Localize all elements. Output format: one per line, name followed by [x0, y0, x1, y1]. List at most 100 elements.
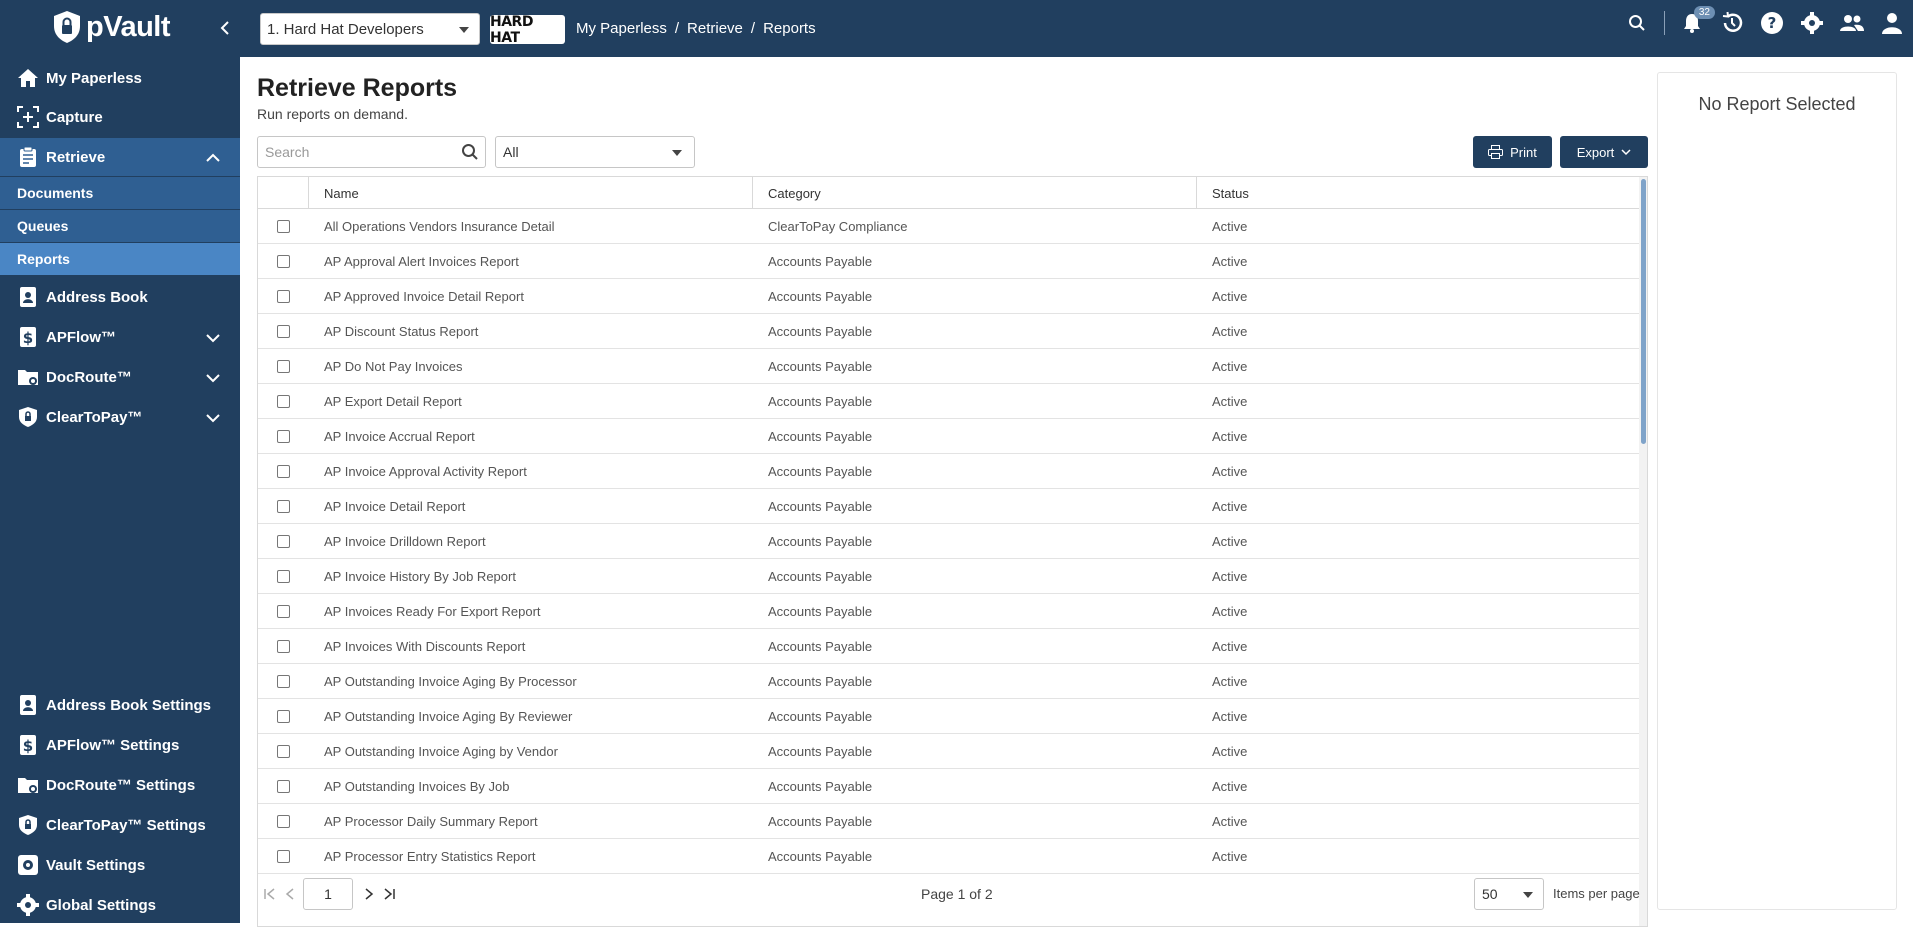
- sidebar-item-docroute[interactable]: DocRoute™: [0, 358, 240, 396]
- row-checkbox[interactable]: [277, 429, 290, 443]
- row-status: Active: [1212, 288, 1248, 304]
- table-row[interactable]: AP Invoice Accrual Report Accounts Payabl…: [258, 419, 1641, 454]
- table-row[interactable]: AP Invoice Detail Report Accounts Payable…: [258, 489, 1641, 524]
- table-row[interactable]: AP Invoice Drilldown Report Accounts Paya…: [258, 524, 1641, 559]
- items-per-page-select[interactable]: 50: [1474, 878, 1544, 910]
- table-scrollbar[interactable]: [1639, 177, 1647, 926]
- row-select-cell: [258, 244, 309, 278]
- print-button[interactable]: Print: [1473, 136, 1552, 168]
- table-row[interactable]: AP Outstanding Invoice Aging By Processo…: [258, 664, 1641, 699]
- table-row[interactable]: AP Processor Entry Statistics Report Acco…: [258, 839, 1641, 874]
- sidebar-item-my-paperless[interactable]: My Paperless: [0, 59, 240, 97]
- row-name: AP Outstanding Invoices By Job: [324, 778, 510, 794]
- row-checkbox[interactable]: [277, 639, 290, 653]
- users-icon[interactable]: [1839, 10, 1865, 36]
- previous-page-icon[interactable]: [281, 885, 299, 903]
- search-icon[interactable]: [1624, 10, 1650, 36]
- row-checkbox[interactable]: [277, 709, 290, 723]
- row-status: Active: [1212, 813, 1248, 829]
- sidebar-item-global-settings[interactable]: Global Settings: [0, 886, 240, 924]
- sidebar-item-apflow[interactable]: $ APFlow™: [0, 318, 240, 356]
- breadcrumb-retrieve[interactable]: Retrieve: [687, 20, 743, 37]
- last-page-icon[interactable]: [380, 885, 398, 903]
- table-row[interactable]: AP Processor Daily Summary Report Account…: [258, 804, 1641, 839]
- table-row[interactable]: AP Approval Alert Invoices Report Account…: [258, 244, 1641, 279]
- breadcrumb-my-paperless[interactable]: My Paperless: [576, 20, 667, 37]
- app-logo[interactable]: pVault: [52, 10, 171, 44]
- scroll-thumb[interactable]: [1641, 179, 1646, 444]
- row-checkbox[interactable]: [277, 359, 290, 373]
- row-status: Active: [1212, 498, 1248, 514]
- company-logo: HARD HAT: [490, 14, 565, 46]
- category-filter-select[interactable]: All: [495, 136, 695, 168]
- search-field[interactable]: [257, 136, 486, 168]
- table-row[interactable]: AP Outstanding Invoice Aging By Reviewer…: [258, 699, 1641, 734]
- export-button[interactable]: Export: [1560, 136, 1648, 168]
- column-header-name[interactable]: Name: [309, 177, 753, 209]
- sidebar-item-vault-settings[interactable]: Vault Settings: [0, 846, 240, 884]
- sidebar-item-apflow-settings[interactable]: $ APFlow™ Settings: [0, 726, 240, 764]
- collapse-sidebar-icon[interactable]: [214, 17, 236, 39]
- first-page-icon[interactable]: [261, 885, 279, 903]
- row-name: All Operations Vendors Insurance Detail: [324, 218, 555, 234]
- sidebar-item-docroute-settings[interactable]: DocRoute™ Settings: [0, 766, 240, 804]
- sidebar-item-cleartopay[interactable]: ClearToPay™: [0, 398, 240, 436]
- sidebar-item-address-book[interactable]: Address Book: [0, 278, 240, 316]
- sidebar-item-capture[interactable]: Capture: [0, 98, 240, 136]
- svg-text:$: $: [23, 737, 33, 755]
- sidebar-item-label: Address Book Settings: [46, 696, 212, 714]
- help-icon[interactable]: ?: [1759, 10, 1785, 36]
- top-icons: 32 ?: [1624, 6, 1905, 36]
- table-row[interactable]: AP Invoice History By Job Report Accounts…: [258, 559, 1641, 594]
- sidebar-item-address-book-settings[interactable]: Address Book Settings: [0, 686, 240, 724]
- sidebar-subitem-documents[interactable]: Documents: [0, 177, 240, 209]
- row-checkbox[interactable]: [277, 674, 290, 688]
- sidebar-item-retrieve[interactable]: Retrieve: [0, 138, 240, 176]
- sidebar-subitem-queues[interactable]: Queues: [0, 210, 240, 242]
- row-category: Accounts Payable: [768, 813, 873, 829]
- column-header-category[interactable]: Category: [753, 177, 1197, 209]
- row-checkbox[interactable]: [277, 499, 290, 513]
- row-checkbox[interactable]: [277, 394, 290, 408]
- history-icon[interactable]: [1719, 10, 1745, 36]
- settings-gear-icon[interactable]: [1799, 10, 1825, 36]
- column-header-status[interactable]: Status: [1197, 177, 1641, 209]
- table-row[interactable]: AP Outstanding Invoice Aging by Vendor Ac…: [258, 734, 1641, 769]
- sidebar-item-cleartopay-settings[interactable]: ClearToPay™ Settings: [0, 806, 240, 844]
- page-number-input[interactable]: 1: [303, 878, 353, 910]
- row-checkbox[interactable]: [277, 779, 290, 793]
- table-row[interactable]: AP Do Not Pay Invoices Accounts Payable Ac…: [258, 349, 1641, 384]
- notifications-icon[interactable]: 32: [1679, 6, 1715, 36]
- table-row[interactable]: All Operations Vendors Insurance Detail C…: [258, 209, 1641, 244]
- row-category: Accounts Payable: [768, 743, 873, 759]
- sidebar-item-label: Capture: [46, 108, 103, 126]
- sidebar-subitem-reports[interactable]: Reports: [0, 243, 240, 275]
- table-row[interactable]: AP Invoice Approval Activity Report Accou…: [258, 454, 1641, 489]
- row-select-cell: [258, 839, 309, 873]
- row-checkbox[interactable]: [277, 744, 290, 758]
- search-icon[interactable]: [461, 143, 479, 166]
- row-checkbox[interactable]: [277, 534, 290, 548]
- row-checkbox[interactable]: [277, 464, 290, 478]
- row-checkbox[interactable]: [277, 604, 290, 618]
- table-row[interactable]: AP Outstanding Invoices By Job Accounts P…: [258, 769, 1641, 804]
- row-category: Accounts Payable: [768, 708, 873, 724]
- next-page-icon[interactable]: [360, 885, 378, 903]
- table-row[interactable]: AP Invoices With Discounts Report Account…: [258, 629, 1641, 664]
- row-checkbox[interactable]: [277, 289, 290, 303]
- row-checkbox[interactable]: [277, 219, 290, 233]
- table-row[interactable]: AP Approved Invoice Detail Report Account…: [258, 279, 1641, 314]
- row-checkbox[interactable]: [277, 814, 290, 828]
- search-input[interactable]: [265, 144, 455, 160]
- row-status: Active: [1212, 323, 1248, 339]
- table-row[interactable]: AP Export Detail Report Accounts Payable A…: [258, 384, 1641, 419]
- vault-selector[interactable]: 1. Hard Hat Developers: [260, 13, 480, 45]
- row-checkbox[interactable]: [277, 254, 290, 268]
- main-content: Retrieve Reports Run reports on demand. …: [240, 57, 1657, 927]
- table-row[interactable]: AP Discount Status Report Accounts Payabl…: [258, 314, 1641, 349]
- row-checkbox[interactable]: [277, 569, 290, 583]
- row-checkbox[interactable]: [277, 849, 290, 863]
- row-checkbox[interactable]: [277, 324, 290, 338]
- table-row[interactable]: AP Invoices Ready For Export Report Accou…: [258, 594, 1641, 629]
- user-account-icon[interactable]: [1879, 10, 1905, 36]
